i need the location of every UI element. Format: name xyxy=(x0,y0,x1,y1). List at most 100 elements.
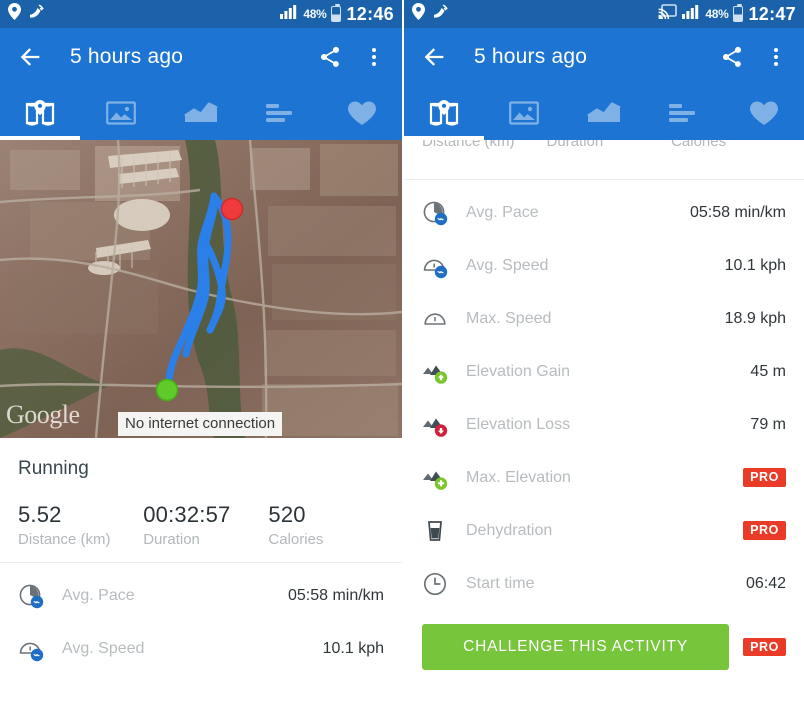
status-bar-right-icons: 48% 12:47 xyxy=(658,3,796,25)
table-row[interactable]: Elevation Loss 79 m xyxy=(404,398,804,451)
page-title: 5 hours ago xyxy=(70,45,184,68)
row-label: Avg. Pace xyxy=(62,586,135,604)
status-bar-left: 48% 12:46 xyxy=(0,0,402,28)
kpi-label: Distance (km) xyxy=(422,140,515,150)
avg-speed-icon xyxy=(422,253,466,279)
table-row[interactable]: Max. Elevation PRO xyxy=(404,451,804,504)
back-arrow-icon[interactable] xyxy=(16,43,44,71)
more-vert-icon[interactable] xyxy=(362,45,386,69)
more-vert-icon[interactable] xyxy=(764,45,788,69)
image-icon xyxy=(509,100,539,126)
kpi-value: 520 xyxy=(268,502,306,527)
detail-rows-left: Avg. Pace 05:58 min/km Avg. Speed 10.1 k… xyxy=(0,563,402,675)
share-icon[interactable] xyxy=(318,45,342,69)
screenshot-root: 48% 12:46 5 hours ago Google No internet… xyxy=(0,0,804,711)
challenge-cta-row: CHALLENGE THIS ACTIVITY PRO xyxy=(404,610,804,670)
kpi-duration-label-clipped: Duration xyxy=(547,140,672,150)
tab-map[interactable] xyxy=(404,86,484,140)
activity-map[interactable]: Google No internet connection xyxy=(0,140,402,438)
end-marker xyxy=(220,197,244,221)
back-arrow-icon[interactable] xyxy=(420,43,448,71)
gps-satellite-icon xyxy=(28,3,45,25)
table-row[interactable]: Avg. Speed 10.1 kph xyxy=(0,622,402,675)
pro-badge[interactable]: PRO xyxy=(743,521,786,540)
kpi-label: Duration xyxy=(546,140,604,150)
scrolled-summary-labels: Distance (km) Duration Calories xyxy=(404,140,804,180)
tab-splits[interactable] xyxy=(241,86,321,140)
tab-graphs[interactable] xyxy=(161,86,241,140)
pro-badge[interactable]: PRO xyxy=(743,637,786,657)
avg-speed-icon xyxy=(18,636,62,662)
elevation-gain-icon xyxy=(422,359,466,385)
row-value: 05:58 min/km xyxy=(689,203,786,221)
row-value: 18.9 kph xyxy=(724,309,786,327)
max-elevation-icon xyxy=(422,465,466,491)
bar-list-icon xyxy=(668,101,700,125)
status-bar-left-icons xyxy=(412,3,449,25)
table-row[interactable]: Dehydration PRO xyxy=(404,504,804,557)
row-value: 45 m xyxy=(750,362,786,380)
table-row[interactable]: Max. Speed 18.9 kph xyxy=(404,292,804,345)
kpi-duration: 00:32:57 Duration xyxy=(143,502,268,548)
tab-heart-rate[interactable] xyxy=(322,86,402,140)
tab-bar-left xyxy=(0,86,402,140)
sport-type-label: Running xyxy=(18,458,89,479)
tab-graphs[interactable] xyxy=(564,86,644,140)
row-label: Avg. Speed xyxy=(466,256,549,274)
share-icon[interactable] xyxy=(720,45,744,69)
dehydration-icon xyxy=(422,518,466,544)
app-bar-actions-left xyxy=(318,45,386,69)
table-row[interactable]: Avg. Pace 05:58 min/km xyxy=(404,186,804,239)
no-internet-toast: No internet connection xyxy=(118,412,283,436)
table-row[interactable]: Avg. Pace 05:58 min/km xyxy=(0,569,402,622)
pro-badge[interactable]: PRO xyxy=(743,468,786,487)
table-row[interactable]: Avg. Speed 10.1 kph xyxy=(404,239,804,292)
app-bar-top-right: 5 hours ago xyxy=(404,28,804,86)
line-chart-icon xyxy=(587,100,621,126)
table-row[interactable]: Elevation Gain 45 m xyxy=(404,345,804,398)
tab-heart-rate[interactable] xyxy=(724,86,804,140)
kpi-label: Duration xyxy=(143,531,200,548)
app-bar-right: 5 hours ago xyxy=(404,28,804,140)
tab-photos[interactable] xyxy=(484,86,564,140)
google-watermark: Google xyxy=(6,400,80,429)
location-pin-icon xyxy=(8,3,21,25)
tab-map[interactable] xyxy=(0,86,81,140)
phone-screen-right: 48% 12:47 5 hours ago Distance (km) Dura… xyxy=(402,0,804,711)
row-label: Elevation Loss xyxy=(466,415,571,433)
kpi-value: 00:32:57 xyxy=(143,502,231,527)
row-value: 79 m xyxy=(750,415,786,433)
row-value: 06:42 xyxy=(745,574,786,592)
heart-icon xyxy=(749,100,779,127)
kpi-value: 5.52 xyxy=(18,502,62,527)
image-icon xyxy=(105,100,136,126)
challenge-this-activity-button[interactable]: CHALLENGE THIS ACTIVITY xyxy=(422,624,730,670)
battery-percent-label: 48% xyxy=(705,7,729,21)
avg-pace-icon xyxy=(18,583,62,609)
map-pin-book-icon xyxy=(428,98,460,128)
status-bar-left-icons xyxy=(8,3,45,25)
kpi-distance-label-clipped: Distance (km) xyxy=(422,140,547,150)
kpi-label: Calories xyxy=(671,140,727,150)
row-label: Elevation Gain xyxy=(466,362,571,380)
tab-splits[interactable] xyxy=(644,86,724,140)
app-bar-actions-right xyxy=(720,45,788,69)
detail-rows-right: Avg. Pace 05:58 min/km Avg. Speed 10.1 k… xyxy=(404,180,804,670)
table-row[interactable]: Start time 06:42 xyxy=(404,557,804,610)
phone-screen-left: 48% 12:46 5 hours ago Google No internet… xyxy=(0,0,402,711)
battery-icon xyxy=(733,3,744,22)
tab-photos[interactable] xyxy=(80,86,160,140)
row-value: 10.1 kph xyxy=(322,639,384,657)
row-label: Max. Speed xyxy=(466,309,552,327)
row-label: Start time xyxy=(466,574,535,592)
start-marker xyxy=(155,378,179,402)
status-bar-right-icons: 48% 12:46 xyxy=(280,3,394,25)
battery-percent-label: 48% xyxy=(303,7,327,21)
line-chart-icon xyxy=(184,100,218,126)
signal-bars-icon xyxy=(682,4,700,24)
status-bar-clock: 12:46 xyxy=(346,3,394,24)
row-value: 10.1 kph xyxy=(724,256,786,274)
bar-list-icon xyxy=(265,101,297,125)
app-bar-top-left: 5 hours ago xyxy=(0,28,402,86)
location-pin-icon xyxy=(412,3,425,25)
